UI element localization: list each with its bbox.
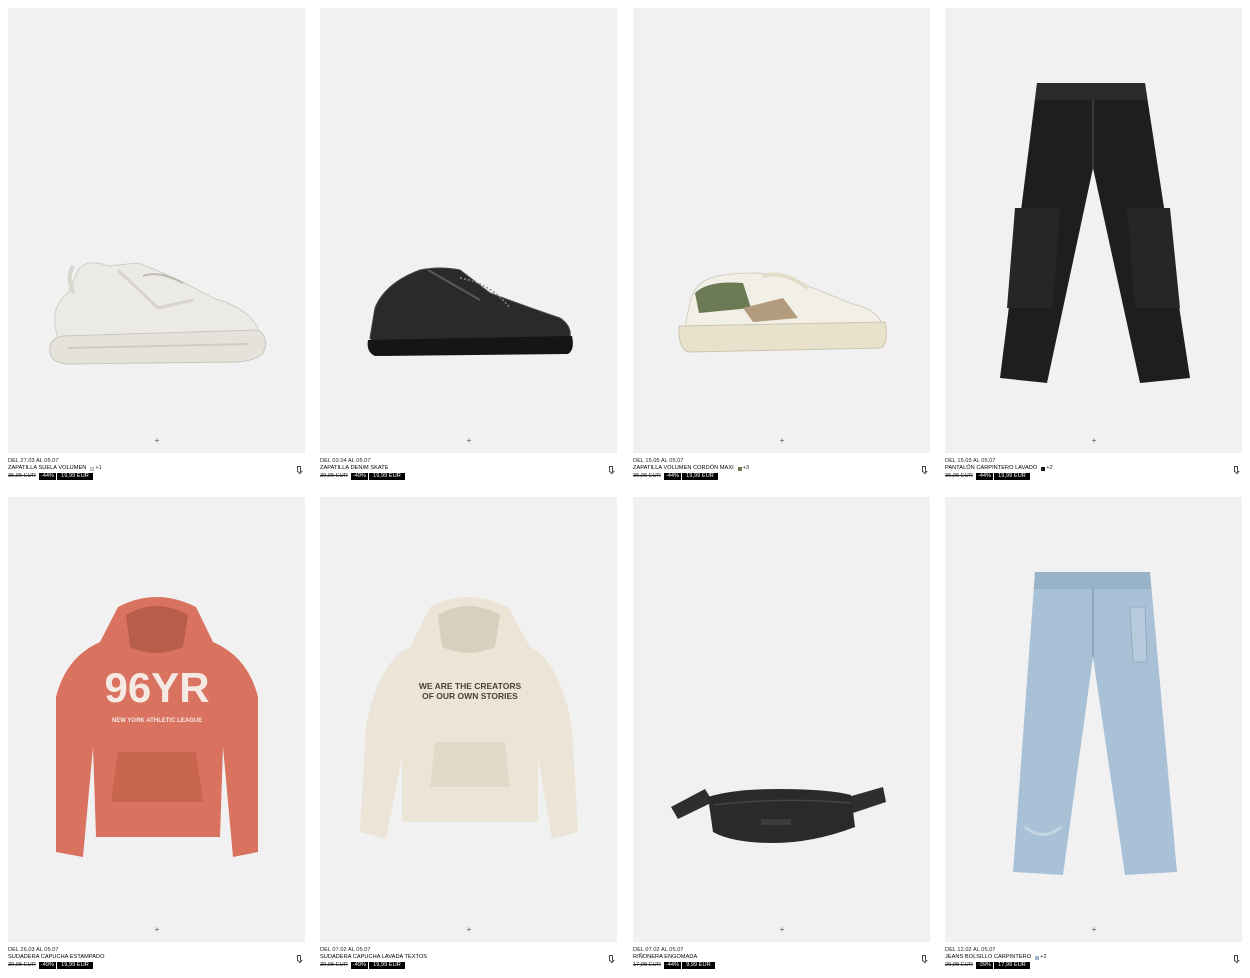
sale-price: 9,99 EUR	[682, 961, 715, 970]
bookmark-icon[interactable]	[1234, 466, 1238, 472]
add-to-cart-button[interactable]: +	[1089, 925, 1099, 935]
bookmark-icon[interactable]	[922, 955, 926, 961]
product-info: DEL 12.02 AL 05.07 JEANS BOLSILLO CARPIN…	[945, 947, 1242, 970]
color-swatch[interactable]	[737, 467, 742, 472]
product-name[interactable]: SUDADERA CAPUCHA ESTAMPADO	[8, 954, 105, 961]
bookmark-icon[interactable]	[1234, 955, 1238, 961]
product-name[interactable]: ZAPATILLA VOLUMEN CORDÓN MAXI	[633, 465, 734, 472]
bookmark-icon[interactable]	[922, 466, 926, 472]
product-image-light-blue-jeans[interactable]	[945, 497, 1242, 942]
bookmark-icon[interactable]	[297, 955, 301, 961]
original-price: 39,95 EUR	[8, 961, 36, 968]
product-info: DEL 03.04 AL 05.07 ZAPATILLA DENIM SKATE…	[320, 458, 617, 481]
product-name[interactable]: ZAPATILLA SUELA VOLUMEN	[8, 465, 86, 472]
add-to-cart-button[interactable]: +	[152, 436, 162, 446]
more-colors-count: +1	[95, 465, 102, 472]
add-to-cart-button[interactable]: +	[464, 925, 474, 935]
availability-date: DEL 12.02 AL 05.07	[945, 947, 996, 953]
product-info: DEL 07.02 AL 05.07 RIÑONERA ENGOMADA 17,…	[633, 947, 930, 970]
more-colors-count: +2	[1040, 954, 1047, 961]
product-name[interactable]: SUDADERA CAPUCHA LAVADA TEXTOS	[320, 954, 427, 961]
availability-date: DEL 03.04 AL 05.07	[320, 458, 371, 464]
product-image-green-cream-sneaker[interactable]	[633, 8, 930, 453]
pants-illustration	[1000, 83, 1190, 383]
product-image-cream-hoodie[interactable]: WE ARE THE CREATORS OF OUR OWN STORIES	[320, 497, 617, 942]
original-price: 29,95 EUR	[945, 961, 973, 968]
product-info: DEL 15.03 AL 05.07 PANTALÓN CARPINTERO L…	[945, 458, 1242, 481]
color-swatch[interactable]	[90, 467, 95, 472]
product-image-orange-hoodie[interactable]: 96YR NEW YORK ATHLETIC LEAGUE	[8, 497, 305, 942]
sneaker-illustration	[678, 272, 887, 353]
original-price: 39,95 EUR	[320, 961, 348, 968]
sale-price: 17,99 EUR	[994, 961, 1030, 970]
sale-price: 19,99 EUR	[57, 472, 93, 481]
discount-badge: -49%	[350, 472, 369, 481]
discount-badge: -49%	[38, 961, 57, 970]
original-price: 17,95 EUR	[633, 961, 661, 968]
hoodie-print-text: 96YR	[104, 664, 209, 711]
product-name[interactable]: RIÑONERA ENGOMADA	[633, 954, 697, 961]
product-image-black-carpenter-pants[interactable]	[945, 8, 1242, 453]
product-info: DEL 15.05 AL 05.07 ZAPATILLA VOLUMEN COR…	[633, 458, 930, 481]
bookmark-icon[interactable]	[609, 955, 613, 961]
original-price: 35,95 EUR	[633, 472, 661, 479]
hoodie-print-line2: OF OUR OWN STORIES	[422, 691, 518, 701]
discount-badge: -44%	[663, 961, 682, 970]
discount-badge: -49%	[350, 961, 369, 970]
availability-date: DEL 27.03 AL 05.07	[8, 458, 59, 464]
add-to-cart-button[interactable]: +	[1089, 436, 1099, 446]
jeans-illustration	[1013, 572, 1177, 875]
original-price: 39,95 EUR	[320, 472, 348, 479]
more-colors-count: +3	[742, 465, 750, 472]
add-to-cart-button[interactable]: +	[152, 925, 162, 935]
sale-price: 19,99 EUR	[369, 961, 405, 970]
sale-price: 19,99 EUR	[682, 472, 718, 481]
bookmark-icon[interactable]	[297, 466, 301, 472]
color-swatch[interactable]	[1041, 467, 1046, 472]
product-image-black-belt-bag[interactable]	[633, 497, 930, 942]
bookmark-icon[interactable]	[609, 466, 613, 472]
product-info: DEL 07.02 AL 05.07 SUDADERA CAPUCHA LAVA…	[320, 947, 617, 970]
hoodie-illustration: 96YR NEW YORK ATHLETIC LEAGUE	[56, 597, 258, 857]
add-to-cart-button[interactable]: +	[777, 436, 787, 446]
hoodie-illustration: WE ARE THE CREATORS OF OUR OWN STORIES	[360, 597, 578, 839]
color-swatch[interactable]	[1035, 956, 1040, 961]
sneaker-illustration	[367, 267, 573, 356]
discount-badge: -44%	[975, 472, 994, 481]
sale-price: 19,99 EUR	[57, 961, 93, 970]
sale-price: 19,99 EUR	[369, 472, 405, 481]
product-name[interactable]: PANTALÓN CARPINTERO LAVADO	[945, 465, 1037, 472]
product-image-black-denim-sneaker[interactable]	[320, 8, 617, 453]
add-to-cart-button[interactable]: +	[464, 436, 474, 446]
product-name[interactable]: ZAPATILLA DENIM SKATE	[320, 465, 389, 472]
hoodie-print-subtext: NEW YORK ATHLETIC LEAGUE	[112, 718, 202, 724]
discount-badge: -39%	[975, 961, 994, 970]
hoodie-print-line1: WE ARE THE CREATORS	[419, 681, 522, 691]
availability-date: DEL 07.02 AL 05.07	[320, 947, 371, 953]
belt-bag-illustration	[671, 787, 886, 843]
add-to-cart-button[interactable]: +	[777, 925, 787, 935]
sneaker-illustration	[49, 262, 267, 365]
discount-badge: -44%	[663, 472, 682, 481]
original-price: 35,95 EUR	[945, 472, 973, 479]
product-info: DEL 27.03 AL 05.07 ZAPATILLA SUELA VOLUM…	[8, 458, 305, 481]
sale-price: 19,99 EUR	[994, 472, 1030, 481]
product-image-chunky-white-sneaker[interactable]	[8, 8, 305, 453]
product-name[interactable]: JEANS BOLSILLO CARPINTERO	[945, 954, 1031, 961]
original-price: 35,95 EUR	[8, 472, 36, 479]
more-colors-count: +2	[1046, 465, 1053, 472]
discount-badge: -44%	[38, 472, 57, 481]
product-info: DEL 26.03 AL 05.07 SUDADERA CAPUCHA ESTA…	[8, 947, 305, 970]
availability-date: DEL 26.03 AL 05.07	[8, 947, 59, 953]
